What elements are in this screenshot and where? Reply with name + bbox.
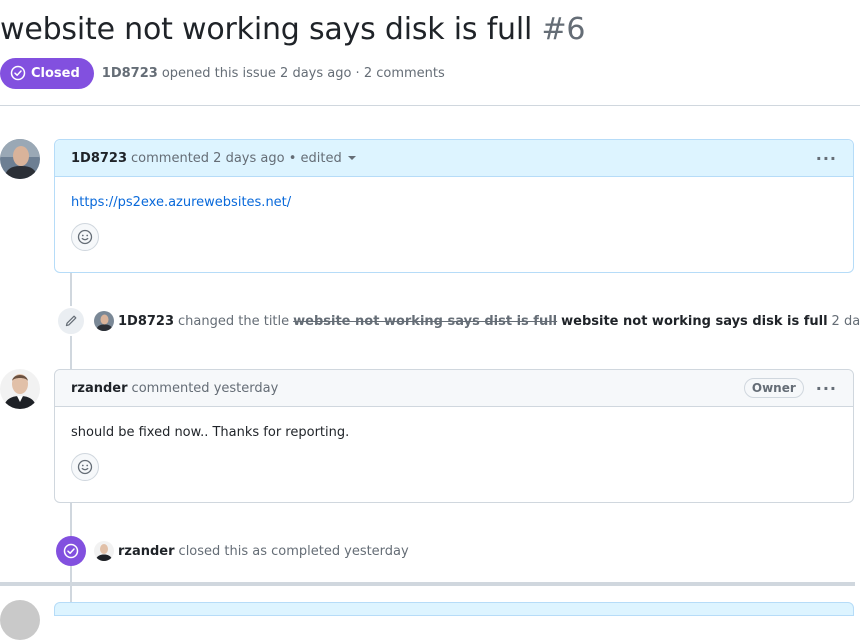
old-title: website not working says dist is full (293, 313, 558, 329)
comment-body-link[interactable]: https://ps2exe.azurewebsites.net/ (71, 195, 291, 210)
comment-body: should be fixed now.. Thanks for reporti… (55, 407, 853, 443)
event-actor-link[interactable]: 1D8723 (118, 314, 174, 329)
event-time[interactable]: 2 days ago (832, 314, 860, 329)
state-label: Closed (31, 65, 80, 81)
comment-meta[interactable]: commented yesterday (132, 381, 279, 396)
comment-header: 1D8723 commented 2 days ago • edited ··· (55, 140, 853, 177)
event-action-text: changed the title (178, 313, 290, 329)
comment-box-partial (54, 602, 854, 616)
add-reaction-button[interactable] (71, 223, 99, 251)
comment-author-link[interactable]: rzander (71, 381, 128, 396)
add-reaction-button[interactable] (71, 453, 99, 481)
user-avatar-image (0, 369, 40, 409)
event-action-text: closed this as completed (178, 543, 341, 559)
smiley-icon (77, 229, 93, 245)
rename-event: 1D8723 changed the title website not wor… (56, 306, 860, 336)
rename-event-badge (56, 306, 86, 336)
header-divider (0, 105, 860, 106)
comment-author-link[interactable]: 1D8723 (71, 151, 127, 166)
issue-opened-text: opened this issue 2 days ago · 2 comment… (161, 65, 445, 81)
timeline-divider (0, 582, 855, 586)
closed-check-icon (10, 65, 26, 81)
comment-header: rzander commented yesterday Owner ··· (55, 370, 853, 407)
event-time[interactable]: yesterday (344, 544, 409, 559)
event-actor-link[interactable]: rzander (118, 544, 175, 559)
comment-body-text: should be fixed now.. Thanks for reporti… (71, 425, 350, 440)
user-avatar-image (0, 139, 40, 179)
issue-author-link[interactable]: 1D8723 (102, 66, 158, 81)
close-event-badge (56, 536, 86, 566)
issue-title-text: website not working says disk is full (0, 12, 533, 47)
avatar[interactable] (0, 600, 40, 640)
avatar[interactable] (0, 369, 40, 409)
mini-avatar[interactable] (94, 311, 114, 331)
closed-check-icon (63, 543, 79, 559)
avatar[interactable] (0, 139, 40, 179)
mini-avatar[interactable] (94, 541, 114, 561)
pencil-icon (65, 315, 77, 327)
owner-badge: Owner (743, 378, 804, 398)
comment-options-kebab-icon[interactable]: ··· (816, 149, 837, 168)
comment-box: rzander commented yesterday Owner ··· sh… (54, 369, 854, 503)
comment-box: 1D8723 commented 2 days ago • edited ···… (54, 139, 854, 273)
issue-meta: Closed 1D8723 opened this issue 2 days a… (0, 57, 445, 89)
smiley-icon (77, 459, 93, 475)
close-event: rzander closed this as completed yesterd… (56, 536, 409, 566)
issue-title: website not working says disk is full #6 (0, 12, 586, 47)
comment-body: https://ps2exe.azurewebsites.net/ (55, 177, 853, 213)
comment-options-kebab-icon[interactable]: ··· (816, 379, 837, 398)
comment-meta[interactable]: commented 2 days ago • edited (131, 151, 342, 166)
state-badge: Closed (0, 57, 94, 89)
new-title: website not working says disk is full (561, 313, 828, 329)
issue-number: #6 (541, 12, 586, 47)
edited-dropdown-caret-icon[interactable] (347, 156, 356, 160)
